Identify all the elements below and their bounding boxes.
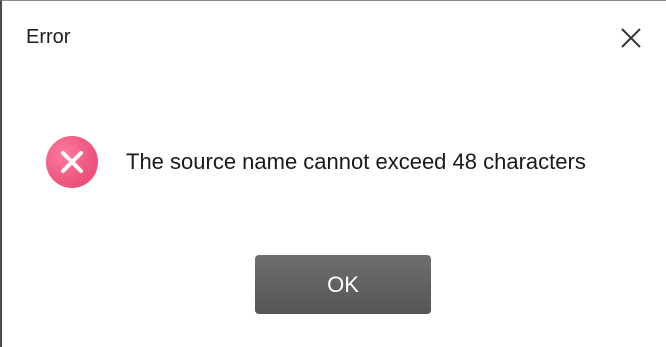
close-button[interactable] (614, 21, 648, 55)
error-message: The source name cannot exceed 48 charact… (126, 149, 586, 174)
close-icon (621, 28, 641, 48)
ok-button[interactable]: OK (255, 255, 431, 314)
message-row: The source name cannot exceed 48 charact… (46, 136, 586, 188)
error-dialog: Error The source name cannot exceed 48 c… (0, 0, 666, 347)
error-x-circle-icon (46, 136, 98, 188)
dialog-title: Error (26, 26, 71, 48)
